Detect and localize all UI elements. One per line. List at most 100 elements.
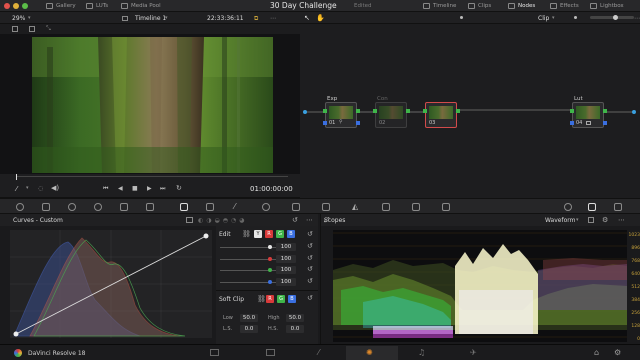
fairlight-page-icon[interactable]: ♫ bbox=[418, 348, 425, 357]
effects-button[interactable]: Effects bbox=[550, 2, 579, 10]
media-page-icon[interactable] bbox=[210, 349, 219, 356]
media-pool-button[interactable]: Media Pool bbox=[121, 2, 161, 10]
link-softclip-icon[interactable]: ⛓ bbox=[257, 295, 266, 303]
ls-field[interactable]: 0.0 bbox=[240, 325, 258, 333]
nodes-button[interactable]: Nodes bbox=[508, 2, 535, 10]
color-picker-icon[interactable]: ⁄ bbox=[16, 185, 17, 193]
window-icon[interactable] bbox=[262, 203, 270, 211]
motion-effects-icon[interactable] bbox=[146, 203, 154, 211]
pointer-tool-icon[interactable]: ↖ bbox=[304, 14, 310, 22]
zoom-level[interactable]: 29% bbox=[12, 15, 25, 22]
node-input-port[interactable] bbox=[423, 109, 427, 113]
node-input-port[interactable] bbox=[373, 109, 377, 113]
gallery-button[interactable]: Gallery bbox=[46, 2, 76, 10]
tracker-icon[interactable] bbox=[292, 203, 300, 211]
play-reverse-button[interactable]: ◀ bbox=[118, 185, 123, 192]
keyframes-icon[interactable] bbox=[564, 203, 572, 211]
zoom-dropdown-icon[interactable]: ▾ bbox=[28, 15, 31, 21]
key-icon[interactable] bbox=[382, 203, 390, 211]
settings-icon[interactable]: ⚙ bbox=[614, 348, 621, 357]
green-value[interactable]: 100 bbox=[276, 266, 296, 274]
b-channel-button[interactable]: B bbox=[287, 230, 295, 238]
3d-icon[interactable] bbox=[442, 203, 450, 211]
node-key-port[interactable] bbox=[570, 121, 574, 125]
g-channel-button[interactable]: G bbox=[276, 230, 284, 238]
scope-settings-icon[interactable]: ⚙ bbox=[602, 216, 608, 224]
node-options-icon[interactable]: ⋯ bbox=[634, 15, 640, 22]
blur-icon[interactable]: ◭ bbox=[352, 202, 358, 211]
clips-button[interactable]: Clips bbox=[468, 2, 491, 10]
luts-button[interactable]: LUTs bbox=[86, 2, 108, 10]
node-04[interactable]: 04 bbox=[572, 102, 604, 128]
link-icon[interactable]: ⧉ bbox=[254, 15, 258, 23]
magic-mask-icon[interactable] bbox=[322, 203, 330, 211]
minimize-window-icon[interactable] bbox=[13, 3, 19, 9]
scope-type-select[interactable]: Waveform bbox=[545, 217, 575, 224]
stop-button[interactable]: ■ bbox=[132, 185, 138, 192]
output-icon[interactable] bbox=[632, 110, 636, 114]
red-value[interactable]: 100 bbox=[276, 255, 296, 263]
zoom-window-icon[interactable] bbox=[22, 3, 28, 9]
deliver-page-icon[interactable]: ✈ bbox=[470, 348, 477, 357]
scope-options-icon[interactable]: ⋯ bbox=[618, 216, 625, 224]
scope-type-dropdown-icon[interactable]: ▾ bbox=[576, 217, 579, 223]
scrubber-track[interactable] bbox=[16, 176, 288, 177]
high-field[interactable]: 50.0 bbox=[286, 314, 304, 322]
mode-dropdown-icon[interactable]: ▾ bbox=[552, 15, 555, 21]
y-channel-button[interactable]: Y bbox=[254, 230, 262, 238]
blue-value[interactable]: 100 bbox=[276, 278, 296, 286]
node-key-output-port[interactable] bbox=[603, 121, 607, 125]
node-01[interactable]: 01 ⚲ bbox=[325, 102, 357, 128]
color-page-icon[interactable]: ✺ bbox=[366, 348, 373, 357]
link-channels-icon[interactable]: ⛓ bbox=[242, 230, 251, 238]
reset-green-icon[interactable]: ↺ bbox=[307, 265, 313, 273]
timeline-name[interactable]: Timeline 1 bbox=[135, 15, 166, 22]
hand-tool-icon[interactable]: ✋ bbox=[316, 14, 325, 22]
wipe-icon[interactable] bbox=[29, 26, 35, 32]
softclip-b-button[interactable]: B bbox=[288, 295, 296, 303]
timeline-dropdown-icon[interactable]: ▾ bbox=[165, 15, 168, 21]
node-output-port[interactable] bbox=[406, 109, 410, 113]
node-output-port[interactable] bbox=[603, 109, 607, 113]
more-options-icon[interactable]: ⋯ bbox=[270, 15, 276, 22]
picker-dropdown-icon[interactable]: ▾ bbox=[26, 185, 29, 191]
rgb-mixer-icon[interactable] bbox=[120, 203, 128, 211]
node-mode-select[interactable]: Clip bbox=[538, 15, 549, 22]
hdr-wheels-icon[interactable] bbox=[94, 203, 102, 211]
timeline-button[interactable]: Timeline bbox=[423, 2, 456, 10]
node-output-port[interactable] bbox=[456, 109, 460, 113]
color-match-icon[interactable] bbox=[42, 203, 50, 211]
node-output-port[interactable] bbox=[356, 109, 360, 113]
node-03[interactable]: 03 bbox=[425, 102, 457, 128]
node-input-port[interactable] bbox=[323, 109, 327, 113]
split-view-icon[interactable] bbox=[12, 26, 18, 32]
node-key-output-port[interactable] bbox=[356, 121, 360, 125]
reset-blue-icon[interactable]: ↺ bbox=[307, 277, 313, 285]
viewer-image[interactable] bbox=[32, 37, 273, 173]
scope-layout-icon[interactable] bbox=[588, 217, 594, 223]
node-graph[interactable]: Exp 01 ⚲ Con 02 03 Lut 04 bbox=[300, 24, 640, 198]
curves-graph[interactable] bbox=[10, 230, 212, 338]
reset-softclip-icon[interactable]: ↺ bbox=[307, 294, 313, 302]
hs-field[interactable]: 0.0 bbox=[286, 325, 304, 333]
loop-playback-button[interactable]: ↻ bbox=[176, 184, 182, 192]
home-icon[interactable]: ⌂ bbox=[594, 348, 599, 357]
play-button[interactable]: ▶ bbox=[147, 185, 152, 192]
edit-page-icon[interactable]: ⁄ bbox=[318, 348, 319, 357]
node-zoom-handle[interactable] bbox=[613, 15, 618, 20]
curve-mode-icon[interactable] bbox=[186, 217, 193, 223]
color-wheels-icon[interactable] bbox=[68, 203, 76, 211]
reset-edit-icon[interactable]: ↺ bbox=[307, 230, 313, 238]
info-icon[interactable] bbox=[614, 203, 622, 211]
r-channel-button[interactable]: R bbox=[265, 230, 273, 238]
audio-icon[interactable]: ◀) bbox=[51, 184, 59, 192]
go-to-start-button[interactable]: ⏮ bbox=[103, 185, 108, 193]
cut-page-icon[interactable] bbox=[266, 349, 275, 356]
reset-curves-icon[interactable]: ↺ bbox=[292, 216, 298, 224]
node-02[interactable]: 02 bbox=[375, 102, 407, 128]
lightbox-button[interactable]: Lightbox bbox=[590, 2, 624, 10]
luma-value[interactable]: 100 bbox=[276, 243, 296, 251]
close-window-icon[interactable] bbox=[4, 3, 10, 9]
color-warper-icon[interactable] bbox=[206, 203, 214, 211]
loop-icon[interactable]: ◌ bbox=[38, 185, 43, 192]
